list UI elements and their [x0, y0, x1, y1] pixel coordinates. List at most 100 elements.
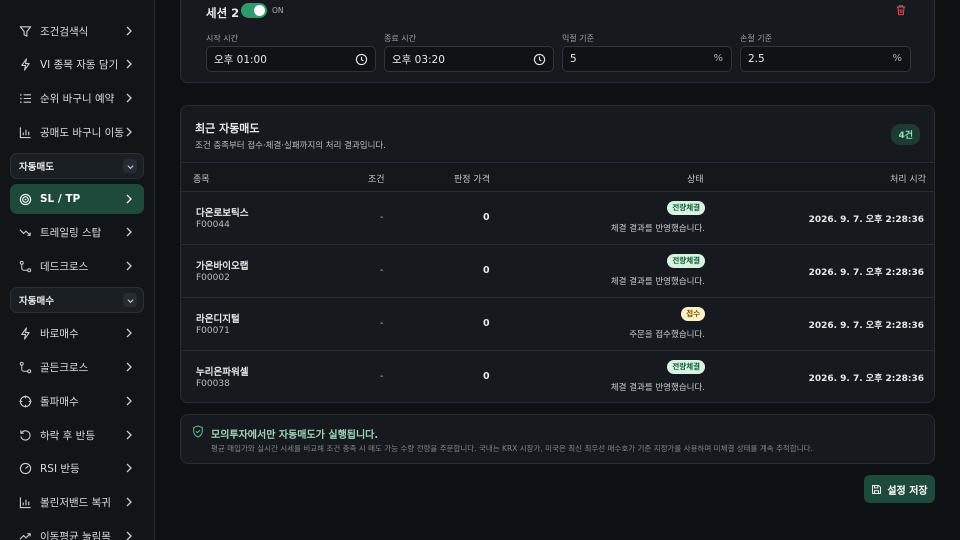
- status-message: 체결 결과를 반영했습니다.: [610, 277, 705, 287]
- clock-icon[interactable]: [533, 53, 546, 66]
- chevron-right-icon: [126, 497, 132, 507]
- condition: -: [380, 212, 384, 223]
- status-message: 체결 결과를 반영했습니다.: [610, 383, 705, 393]
- session-title: 세션 2: [206, 6, 240, 20]
- table-row[interactable]: 다온로보틱스 F00044 - 0 전량체결 체결 결과를 반영했습니다. 20…: [181, 192, 934, 244]
- status-badge: 접수: [681, 307, 705, 321]
- condition: -: [380, 318, 384, 329]
- sidebar-item-rsi[interactable]: RSI 반등: [10, 453, 144, 483]
- save-label: 설정 저장: [887, 485, 928, 497]
- chevron-right-icon: [126, 430, 132, 440]
- sidebar-item-label: 공매도 바구니 이동: [40, 126, 124, 139]
- sidebar-item-label: VI 종목 자동 담기: [40, 58, 119, 71]
- sidebar-item-breakout-buy[interactable]: 돌파매수: [10, 386, 144, 416]
- sidebar-item-label: 조건검색식: [40, 25, 89, 38]
- sidebar-item-rebound[interactable]: 하락 후 반등: [10, 420, 144, 450]
- target-icon: [18, 192, 32, 206]
- end-time-label: 종료 시간: [384, 34, 416, 43]
- ranked-list-icon: [18, 91, 32, 105]
- chevron-right-icon: [126, 127, 132, 137]
- end-time-value: 오후 03:20: [392, 53, 445, 66]
- sidebar-item-label: 데드크로스: [40, 260, 89, 273]
- chevron-right-icon: [126, 227, 132, 237]
- session-toggle[interactable]: [241, 3, 267, 18]
- col-processed-at: 처리 시각: [890, 175, 926, 185]
- stock-code: F00038: [196, 379, 230, 389]
- end-time-input[interactable]: 오후 03:20: [384, 46, 554, 72]
- sidebar-item-rank-basket[interactable]: 순위 바구니 예약: [10, 83, 144, 113]
- save-settings-button[interactable]: 설정 저장: [864, 475, 935, 503]
- condition: -: [380, 265, 384, 276]
- sidebar-item-label: 바로매수: [40, 327, 79, 340]
- rotate-icon: [18, 428, 32, 442]
- judge-price: 0: [483, 318, 490, 329]
- table-row[interactable]: 누리온파워셀 F00038 - 0 전량체결 체결 결과를 반영했습니다. 20…: [181, 351, 934, 402]
- table-header: 종목 조건 판정 가격 상태 처리 시각: [181, 163, 934, 191]
- shield-check-icon: [193, 425, 203, 438]
- processed-time: 2026. 9. 7. 오후 2:28:36: [808, 268, 924, 278]
- toggle-knob: [254, 5, 265, 16]
- sidebar-item-label: 트레일링 스탑: [40, 226, 102, 239]
- sidebar-item-instant-buy[interactable]: 바로매수: [10, 318, 144, 348]
- sidebar-item-short-basket[interactable]: 공매도 바구니 이동: [10, 117, 144, 147]
- recent-subtitle: 조건 충족부터 접수·체결·실패까지의 처리 결과입니다.: [195, 141, 386, 151]
- percent-suffix: %: [892, 53, 902, 64]
- chevron-down-icon: [123, 159, 137, 173]
- judge-price: 0: [483, 371, 490, 382]
- cross-path-icon: [18, 259, 32, 273]
- stock-code: F00002: [196, 273, 230, 283]
- sidebar-item-sl-tp[interactable]: SL / TP: [10, 184, 144, 214]
- table-row[interactable]: 가온바이오랩 F00002 - 0 전량체결 체결 결과를 반영했습니다. 20…: [181, 245, 934, 297]
- judge-price: 0: [483, 265, 490, 276]
- sidebar-item-vi-auto[interactable]: VI 종목 자동 담기: [10, 49, 144, 79]
- lightning-icon: [18, 57, 32, 71]
- clock-icon[interactable]: [355, 53, 368, 66]
- notice-body: 평균 매입가와 실시간 시세를 비교해 조건 충족 시 매도 가능 수량 전량을…: [211, 444, 813, 453]
- start-time-input[interactable]: 오후 01:00: [206, 46, 376, 72]
- group-label: 자동매도: [19, 162, 54, 173]
- main-content: 세션 2 ON 시작 시간 오후 01:00 종료 시간 오후 03:20 익절…: [155, 0, 960, 540]
- sidebar-item-ma-pullback[interactable]: 이동평균 눌림목: [10, 521, 144, 540]
- chevron-down-icon: [123, 293, 137, 307]
- col-status: 상태: [687, 175, 704, 185]
- sidebar-item-label: 돌파매수: [40, 395, 79, 408]
- sidebar-item-golden-cross[interactable]: 골든크로스: [10, 352, 144, 382]
- stock-name: 라온디지털: [196, 314, 240, 325]
- judge-price: 0: [483, 212, 490, 223]
- group-auto-sell[interactable]: 자동매도: [10, 153, 144, 179]
- take-profit-value: 5: [570, 53, 577, 65]
- filter-icon: [18, 24, 32, 38]
- sidebar-item-dead-cross[interactable]: 데드크로스: [10, 251, 144, 281]
- trend-up-icon: [18, 529, 32, 540]
- cross-path-icon: [18, 360, 32, 374]
- stop-loss-input[interactable]: 2.5 %: [740, 46, 911, 72]
- stock-name: 누리온파워셀: [196, 367, 249, 378]
- trend-down-icon: [18, 225, 32, 239]
- percent-suffix: %: [713, 53, 723, 64]
- table-row[interactable]: 라온디지털 F00071 - 0 접수 주문을 접수했습니다. 2026. 9.…: [181, 298, 934, 350]
- recent-auto-sell-card: 최근 자동매도 조건 충족부터 접수·체결·실패까지의 처리 결과입니다. 4건…: [180, 105, 935, 403]
- start-time-value: 오후 01:00: [214, 53, 267, 66]
- sidebar-item-trailing-stop[interactable]: 트레일링 스탑: [10, 217, 144, 247]
- recent-title: 최근 자동매도: [195, 122, 260, 135]
- sidebar-item-cut[interactable]: [18, 0, 128, 4]
- sidebar-item-label: 골든크로스: [40, 361, 89, 374]
- sidebar-item-bollinger[interactable]: 볼린저밴드 복귀: [10, 487, 144, 517]
- group-auto-buy[interactable]: 자동매수: [10, 287, 144, 313]
- sidebar-item-condition-search[interactable]: 조건검색식: [10, 16, 144, 46]
- chevron-right-icon: [126, 261, 132, 271]
- take-profit-input[interactable]: 5 %: [562, 46, 732, 72]
- start-time-label: 시작 시간: [206, 34, 238, 43]
- notice-card: 모의투자에서만 자동매도가 실행됩니다. 평균 매입가와 실시간 시세를 비교해…: [180, 414, 935, 464]
- session-card: 세션 2 ON 시작 시간 오후 01:00 종료 시간 오후 03:20 익절…: [180, 0, 935, 83]
- trash-icon[interactable]: [895, 4, 907, 16]
- processed-time: 2026. 9. 7. 오후 2:28:36: [808, 374, 924, 384]
- stock-name: 다온로보틱스: [196, 208, 249, 219]
- status-badge: 전량체결: [667, 254, 705, 268]
- sidebar-item-label: 볼린저밴드 복귀: [40, 496, 111, 509]
- processed-time: 2026. 9. 7. 오후 2:28:36: [808, 321, 924, 331]
- chevron-right-icon: [126, 396, 132, 406]
- stop-loss-value: 2.5: [748, 53, 765, 65]
- chevron-right-icon: [126, 328, 132, 338]
- lightning-icon: [18, 326, 32, 340]
